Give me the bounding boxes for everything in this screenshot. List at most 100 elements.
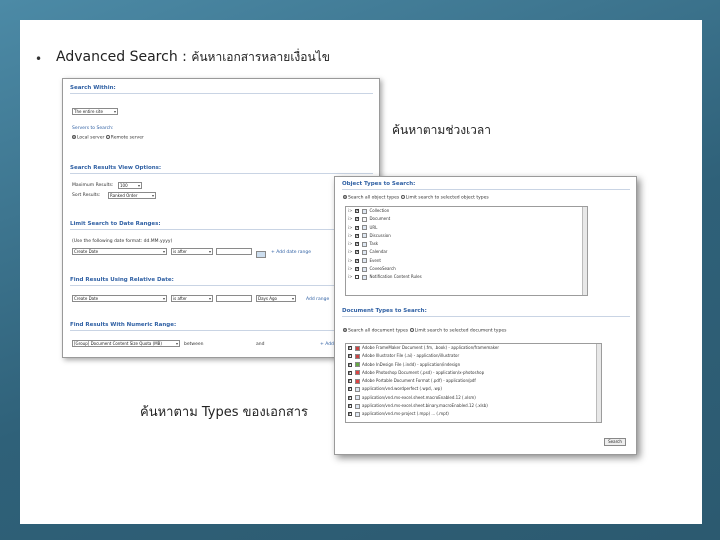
- expand-icon[interactable]: i>: [348, 258, 352, 263]
- object-types-list[interactable]: i>Collectioni>Documenti>URLi>Discussioni…: [345, 206, 588, 296]
- expand-icon[interactable]: i>: [348, 225, 352, 230]
- doc-type-row[interactable]: Adobe Illustrator File (.ai) - applicati…: [346, 352, 601, 360]
- types-screenshot: Object Types to Search: Search all objec…: [334, 176, 637, 455]
- radio-all-objects[interactable]: [343, 195, 347, 199]
- date-operator-select[interactable]: is after: [171, 248, 213, 255]
- object-type-row[interactable]: i> Document: [346, 215, 587, 223]
- sort-results-select[interactable]: Ranked Order: [108, 192, 156, 199]
- calendar-icon[interactable]: [256, 251, 266, 258]
- checkbox[interactable]: [355, 248, 360, 256]
- search-within-title: Search Within:: [70, 85, 373, 94]
- checkbox[interactable]: [348, 344, 352, 352]
- document-icon: [362, 216, 368, 222]
- object-type-label: CoveoSearch: [369, 266, 396, 272]
- relative-operator-select[interactable]: is after: [171, 295, 213, 302]
- doc-type-row[interactable]: Adobe FrameMaker Document (.fm, .book) -…: [346, 344, 601, 352]
- checkbox[interactable]: [348, 410, 352, 418]
- search-within-select[interactable]: The entire site: [72, 108, 118, 115]
- checkbox[interactable]: [355, 265, 360, 273]
- checkbox[interactable]: [348, 377, 352, 385]
- checkbox[interactable]: [355, 207, 360, 215]
- object-type-row[interactable]: i> Task: [346, 240, 587, 248]
- numeric-operator: between: [184, 342, 204, 347]
- object-type-label: Collection: [369, 208, 390, 213]
- doc-type-row[interactable]: application/vnd.ms-project (.mpp) ... (.…: [346, 410, 601, 418]
- excel-icon: [355, 403, 360, 409]
- heading-thai: ค้นหาเอกสารหลายเงื่อนไข: [191, 50, 330, 64]
- view-options-title: Search Results View Options:: [70, 165, 373, 174]
- object-type-row[interactable]: i> Discussion: [346, 232, 587, 240]
- illustrator-icon: [355, 353, 360, 359]
- checkbox[interactable]: [355, 240, 360, 248]
- object-type-label: Document: [369, 216, 391, 222]
- framemaker-icon: [355, 345, 360, 351]
- search-button[interactable]: Search: [604, 438, 626, 446]
- expand-icon[interactable]: i>: [348, 274, 352, 279]
- numeric-add-link[interactable]: + Add: [320, 342, 334, 347]
- expand-icon[interactable]: i>: [348, 241, 352, 246]
- object-scope-options[interactable]: Search all object types Limit search to …: [343, 195, 489, 201]
- object-type-label: URL: [369, 224, 378, 230]
- add-relative-link[interactable]: Add range: [306, 297, 329, 302]
- doc-type-label: Adobe Photoshop Document (.psd) - applic…: [362, 369, 485, 375]
- checkbox[interactable]: [348, 361, 352, 369]
- checkbox[interactable]: [355, 215, 360, 223]
- types-annotation: ค้นหาตาม Types ของเอกสาร: [140, 405, 309, 420]
- checkbox[interactable]: [355, 224, 360, 232]
- doc-type-row[interactable]: Adobe Photoshop Document (.psd) - applic…: [346, 369, 601, 377]
- checkbox[interactable]: [355, 257, 360, 265]
- radio-local[interactable]: [72, 135, 76, 139]
- doc-type-row[interactable]: Adobe Portable Document Format (.pdf) - …: [346, 377, 601, 385]
- expand-icon[interactable]: i>: [348, 249, 352, 254]
- radio-all-documents[interactable]: [343, 328, 347, 332]
- date-field-select[interactable]: Create Date: [72, 248, 167, 255]
- expand-icon[interactable]: i>: [348, 208, 352, 213]
- object-type-row[interactable]: i> Notification Content Rules: [346, 273, 587, 281]
- doc-type-row[interactable]: application/vnd.wordperfect (.wpd, .wp): [346, 385, 601, 393]
- object-type-row[interactable]: i> Event: [346, 257, 587, 265]
- checkbox[interactable]: [348, 369, 352, 377]
- checkbox[interactable]: [355, 232, 360, 240]
- checkbox[interactable]: [348, 352, 352, 360]
- add-date-range-link[interactable]: + Add date range: [271, 250, 311, 255]
- servers-label: Servers to Search:: [72, 126, 114, 131]
- expand-icon[interactable]: i>: [348, 266, 352, 271]
- doc-type-label: application/vnd.wordperfect (.wpd, .wp): [362, 386, 442, 392]
- document-types-list[interactable]: Adobe FrameMaker Document (.fm, .book) -…: [345, 343, 602, 423]
- object-type-row[interactable]: i> CoveoSearch: [346, 265, 587, 273]
- numeric-field-select[interactable]: [Group] Document Content Size Quota (MB): [72, 340, 180, 347]
- servers-options[interactable]: Local server Remote server: [72, 135, 144, 141]
- project-icon: [355, 411, 360, 417]
- radio-limit-objects[interactable]: [400, 195, 405, 199]
- checkbox[interactable]: [348, 394, 352, 402]
- slide-heading: Advanced Search : ค้นหาเอกสารหลายเงื่อนไ…: [56, 48, 330, 67]
- object-type-row[interactable]: i> URL: [346, 224, 587, 232]
- expand-icon[interactable]: i>: [348, 233, 352, 238]
- numeric-and: and: [256, 342, 265, 347]
- task-icon: [362, 241, 368, 247]
- max-results-select[interactable]: 100: [118, 182, 142, 189]
- globe-icon: [362, 225, 368, 231]
- discussion-icon: [362, 233, 368, 239]
- rules-icon: [362, 274, 368, 280]
- date-value-input[interactable]: [216, 248, 252, 255]
- document-scope-options[interactable]: Search all document types Limit search t…: [343, 328, 506, 334]
- doc-type-row[interactable]: application/vnd.ms-excel.sheet.macroEnab…: [346, 394, 601, 402]
- doc-type-row[interactable]: application/vnd.ms-excel.sheet.binary.ma…: [346, 402, 601, 410]
- excel-icon: [355, 395, 360, 401]
- doc-type-label: Adobe Illustrator File (.ai) - applicati…: [362, 353, 460, 359]
- radio-limit-documents[interactable]: [409, 328, 414, 332]
- expand-icon[interactable]: i>: [348, 216, 352, 221]
- relative-value-input[interactable]: [216, 295, 252, 302]
- relative-field-select[interactable]: Create Date: [72, 295, 167, 302]
- radio-remote[interactable]: [105, 135, 110, 139]
- object-type-label: Task: [369, 241, 379, 247]
- doc-type-row[interactable]: Adobe InDesign File (.indd) - applicatio…: [346, 361, 601, 369]
- object-type-row[interactable]: i> Calendar: [346, 248, 587, 256]
- calendar-icon: [362, 249, 368, 255]
- checkbox[interactable]: [355, 275, 360, 280]
- checkbox[interactable]: [348, 402, 352, 410]
- relative-unit-select[interactable]: Days Ago: [256, 295, 296, 302]
- checkbox[interactable]: [348, 385, 352, 393]
- object-type-row[interactable]: i> Collection: [346, 207, 587, 215]
